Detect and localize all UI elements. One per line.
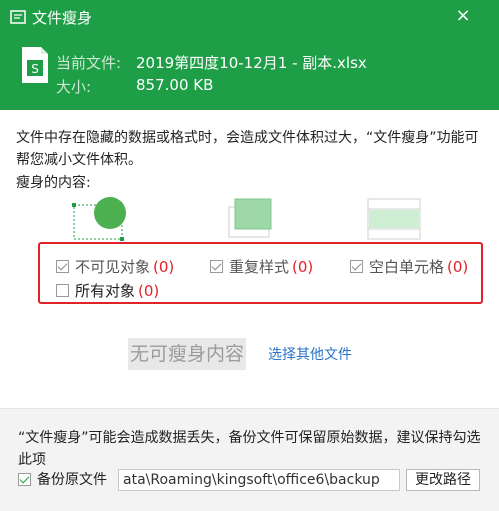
option-blank-cells[interactable]: 空白单元格 (0)	[350, 256, 468, 277]
spreadsheet-file-icon: S	[22, 47, 48, 83]
option-label: 空白单元格	[369, 258, 445, 276]
duplicate-styles-checkbox[interactable]	[210, 260, 223, 273]
file-info-header: 文件瘦身 × S 当前文件: 2019第四度10-12月1 - 副本.xlsx …	[0, 0, 499, 110]
blank-cells-checkbox[interactable]	[350, 260, 363, 273]
option-invisible-objects[interactable]: 不可见对象 (0)	[56, 256, 174, 277]
right-edge-strip	[493, 110, 499, 410]
current-file-name: 2019第四度10-12月1 - 副本.xlsx	[136, 54, 367, 72]
duplicate-style-illustration	[228, 198, 272, 238]
option-label: 所有对象	[75, 282, 136, 300]
option-count: (0)	[447, 257, 469, 276]
backup-original-option[interactable]: 备份原文件	[18, 469, 107, 489]
slim-file-icon	[10, 10, 26, 24]
file-size-label: 大小:	[56, 78, 92, 96]
slimming-description: 文件中存在隐藏的数据或格式时，会造成文件体积过大，“文件瘦身”功能可帮您减小文件…	[16, 130, 479, 168]
option-duplicate-styles[interactable]: 重复样式 (0)	[210, 256, 313, 277]
option-count: (0)	[153, 257, 175, 276]
backup-original-checkbox[interactable]	[18, 472, 31, 486]
all-objects-checkbox[interactable]	[56, 284, 69, 297]
backup-path-field[interactable]: ata\Roaming\kingsoft\office6\backup	[118, 469, 400, 491]
data-loss-warning: “文件瘦身”可能会造成数据丢失，备份文件可保留原始数据，建议保持勾选此项	[18, 430, 481, 468]
close-button[interactable]: ×	[453, 6, 473, 26]
change-path-button[interactable]: 更改路径	[406, 469, 480, 491]
option-count: (0)	[138, 281, 160, 300]
no-slimmable-content-status: 无可瘦身内容	[128, 338, 247, 370]
invisible-objects-checkbox[interactable]	[56, 260, 69, 273]
invisible-object-illustration	[72, 197, 126, 241]
option-all-objects[interactable]: 所有对象 (0)	[56, 280, 159, 301]
window-title: 文件瘦身	[32, 8, 93, 27]
file-size-value: 857.00 KB	[136, 76, 214, 94]
option-label: 不可见对象	[75, 258, 151, 276]
option-label: 重复样式	[229, 258, 290, 276]
current-file-label: 当前文件:	[56, 54, 122, 72]
blank-cell-illustration	[367, 198, 421, 240]
slim-content-label: 瘦身的内容:	[16, 175, 91, 191]
title-bar: 文件瘦身	[10, 6, 92, 28]
option-count: (0)	[292, 257, 314, 276]
svg-text:S: S	[31, 62, 39, 76]
backup-footer: “文件瘦身”可能会造成数据丢失，备份文件可保留原始数据，建议保持勾选此项 备份原…	[0, 408, 499, 511]
backup-original-label: 备份原文件	[37, 472, 107, 488]
select-other-file-link[interactable]: 选择其他文件	[268, 344, 352, 364]
